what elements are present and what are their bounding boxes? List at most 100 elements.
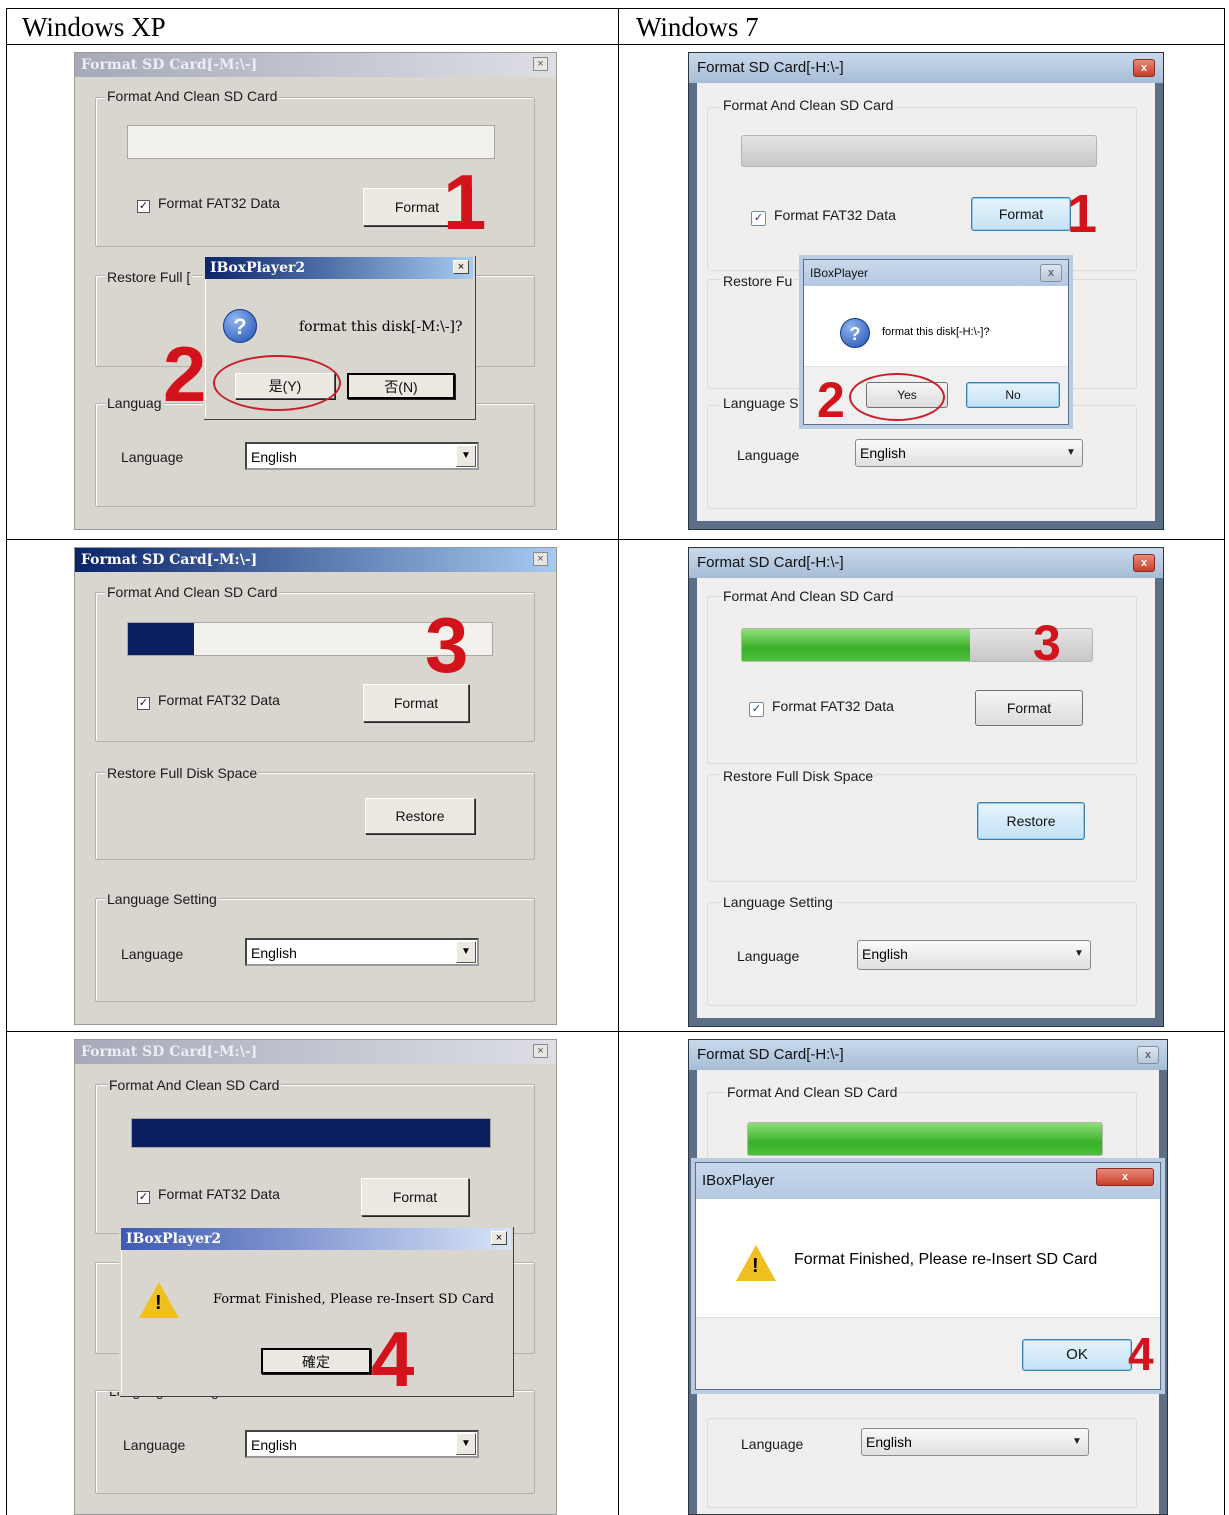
dialog-title: IBoxPlayer2	[205, 257, 473, 279]
close-icon[interactable]: ×	[491, 1231, 507, 1245]
step-number-2: 2	[817, 372, 845, 428]
finish-dialog: IBoxPlayer x ! Format Finished, Please r…	[695, 1162, 1161, 1390]
window-client: Format And Clean SD Card ✓ Format FAT32 D…	[697, 578, 1155, 1018]
dialog-title: IBoxPlayer2	[121, 1228, 511, 1250]
w7-window-step4: Format SD Card[-H:\-] x Format And Clean…	[688, 1039, 1168, 1515]
close-icon[interactable]: x	[1137, 1046, 1159, 1064]
checkbox-label: Format FAT32 Data	[158, 692, 280, 708]
step-number-4: 4	[1128, 1328, 1154, 1380]
language-label: Language	[123, 1437, 186, 1453]
format-fat32-checkbox[interactable]: ✓ Format FAT32 Data	[137, 692, 280, 710]
question-icon: ?	[840, 318, 870, 348]
close-icon[interactable]: x	[1096, 1168, 1154, 1186]
language-value: English	[860, 445, 906, 461]
close-icon[interactable]: ×	[533, 1044, 548, 1058]
dialog-title: IBoxPlayer	[804, 260, 1068, 286]
column-header-xp: Windows XP	[22, 12, 166, 42]
group-language-label: Language Setting	[721, 894, 835, 910]
yes-highlight-oval	[213, 355, 341, 411]
window-title: Format SD Card[-M:\-]	[75, 53, 556, 77]
progress-fill	[748, 1123, 1102, 1155]
window-title: Format SD Card[-M:\-]	[75, 1040, 556, 1064]
format-fat32-checkbox[interactable]: ✓ Format FAT32 Data	[751, 207, 896, 226]
group-format	[707, 596, 1137, 764]
ok-button[interactable]: OK	[1022, 1339, 1132, 1371]
close-icon[interactable]: x	[1040, 264, 1062, 282]
xp-window-step1: Format SD Card[-M:\-] × Format And Clean…	[74, 52, 557, 530]
checkbox-check-icon: ✓	[137, 697, 150, 710]
language-value: English	[862, 946, 908, 962]
table-row-sep-2	[6, 539, 1224, 540]
group-format	[95, 592, 535, 742]
language-select[interactable]: English ▼	[245, 1430, 479, 1458]
restore-button[interactable]: Restore	[365, 798, 475, 834]
window-title: Format SD Card[-H:\-]	[689, 53, 1163, 83]
checkbox-check-icon: ✓	[749, 702, 764, 717]
checkbox-label: Format FAT32 Data	[158, 1186, 280, 1202]
checkbox-label: Format FAT32 Data	[158, 195, 280, 211]
w7-window-step1: Format SD Card[-H:\-] x Format And Clean…	[688, 52, 1164, 530]
xp-window-step3: Format SD Card[-M:\-] × Format And Clean…	[74, 547, 557, 1025]
close-icon[interactable]: ×	[533, 552, 548, 566]
window-title: Format SD Card[-H:\-]	[689, 1040, 1167, 1070]
step-number-3: 3	[425, 601, 469, 689]
dialog-message: Format Finished, Please re-Insert SD Car…	[794, 1251, 1098, 1268]
step-number-1: 1	[1067, 184, 1098, 244]
dialog-message: format this disk[-H:\-]?	[882, 326, 990, 338]
group-format-label: Format And Clean SD Card	[725, 1084, 900, 1100]
format-button[interactable]: Format	[971, 197, 1071, 231]
no-button[interactable]: No	[966, 382, 1060, 408]
progress-fill	[128, 623, 194, 655]
checkbox-check-icon: ✓	[137, 200, 150, 213]
close-icon[interactable]: x	[1133, 554, 1155, 572]
table-row-sep-1	[6, 44, 1224, 45]
format-fat32-checkbox[interactable]: ✓ Format FAT32 Data	[749, 698, 894, 717]
progress-bar	[747, 1122, 1103, 1156]
close-icon[interactable]: ×	[533, 57, 548, 71]
format-button[interactable]: Format	[361, 1178, 469, 1216]
group-format-label: Format And Clean SD Card	[105, 584, 280, 600]
format-fat32-checkbox[interactable]: ✓ Format FAT32 Data	[137, 195, 280, 213]
language-select[interactable]: English ▼	[245, 938, 479, 966]
warning-icon: !	[736, 1245, 776, 1281]
dropdown-arrow-icon: ▼	[1074, 948, 1084, 959]
language-select[interactable]: English ▼	[861, 1428, 1089, 1456]
close-icon[interactable]: x	[1133, 59, 1155, 77]
question-icon: ?	[223, 309, 257, 343]
language-select[interactable]: English ▼	[855, 439, 1083, 467]
dropdown-arrow-icon: ▼	[456, 941, 476, 963]
no-button[interactable]: 否(N)	[347, 373, 455, 399]
table-border-mid	[618, 8, 619, 1515]
xp-window-step4: Format SD Card[-M:\-] × Format And Clean…	[74, 1039, 557, 1515]
yes-highlight-oval	[849, 373, 945, 421]
progress-bar	[131, 1118, 491, 1148]
format-button[interactable]: Format	[363, 684, 469, 722]
language-label: Language	[737, 948, 800, 964]
warning-icon: !	[139, 1282, 179, 1318]
close-icon[interactable]: ×	[453, 260, 469, 274]
group-language-label: Languag	[105, 395, 164, 411]
group-restore-label: Restore Full Disk Space	[105, 765, 260, 781]
dropdown-arrow-icon: ▼	[1072, 1436, 1082, 1447]
language-select[interactable]: English ▼	[857, 940, 1091, 970]
step-number-4: 4	[371, 1315, 415, 1403]
language-label: Language	[121, 449, 184, 465]
ok-button[interactable]: 確定	[261, 1348, 371, 1374]
table-row-sep-3	[6, 1031, 1224, 1032]
group-format-label: Format And Clean SD Card	[721, 588, 896, 604]
format-fat32-checkbox[interactable]: ✓ Format FAT32 Data	[137, 1186, 280, 1204]
table-border-right	[1224, 8, 1225, 1515]
group-format-label: Format And Clean SD Card	[105, 88, 280, 104]
dialog-message: Format Finished, Please re-Insert SD Car…	[213, 1292, 495, 1307]
column-header-w7: Windows 7	[636, 12, 759, 42]
checkbox-label: Format FAT32 Data	[774, 207, 896, 223]
language-value: English	[251, 945, 297, 961]
table-border-left	[6, 8, 7, 1515]
restore-button[interactable]: Restore	[977, 802, 1085, 840]
group-language-label: Language S	[721, 395, 801, 411]
language-select[interactable]: English ▼	[245, 442, 479, 470]
format-button[interactable]: Format	[975, 690, 1083, 726]
checkbox-check-icon: ✓	[137, 1191, 150, 1204]
window-title: Format SD Card[-M:\-]	[75, 548, 556, 572]
dialog-message: format this disk[-M:\-]?	[299, 319, 463, 335]
